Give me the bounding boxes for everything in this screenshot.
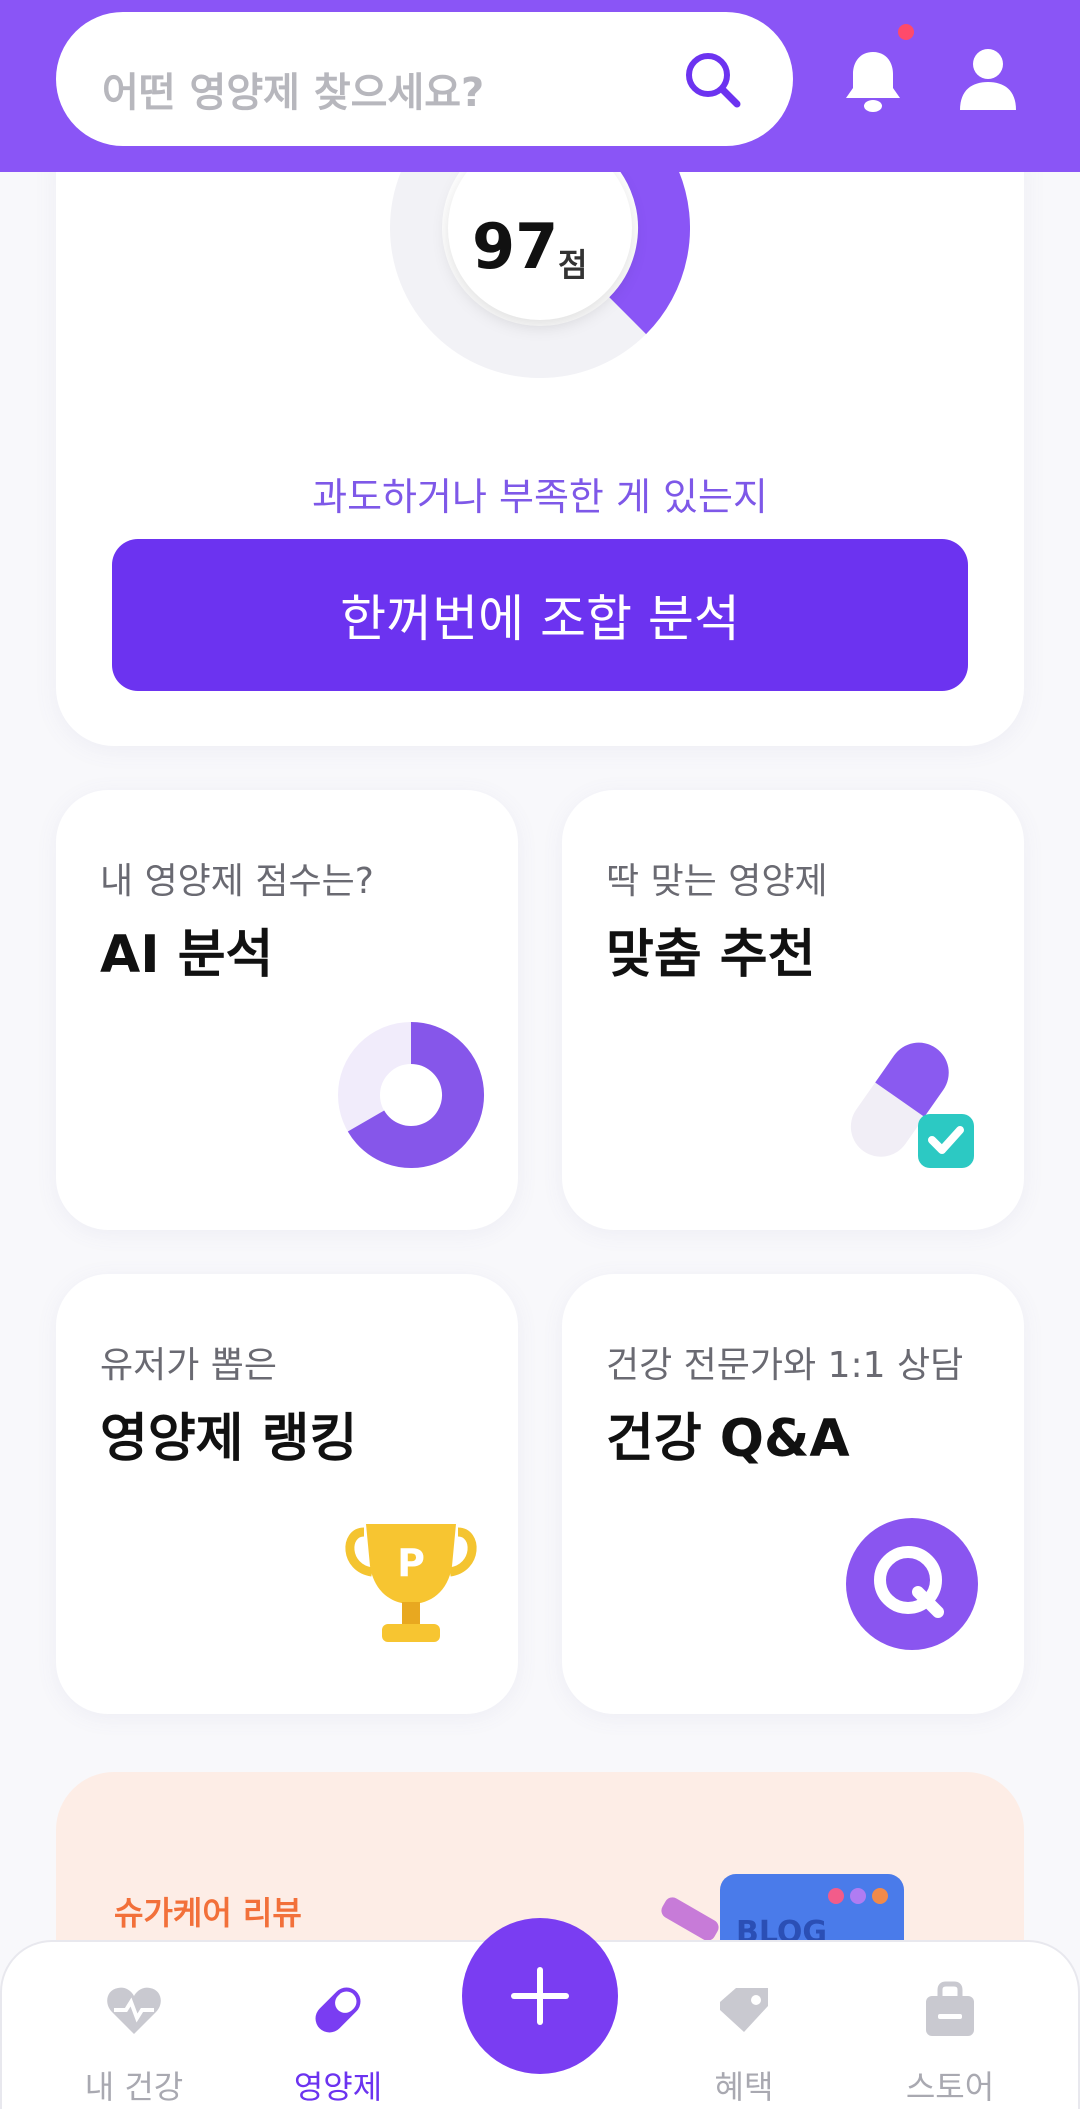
trophy-icon: P: [345, 1524, 477, 1642]
donut-chart-icon: [338, 1022, 485, 1168]
heart-pulse-icon: [107, 1987, 161, 2034]
add-button[interactable]: [462, 1918, 618, 2074]
plus-icon: [511, 1967, 569, 2025]
promo-label: 슈가케어 리뷰: [114, 1894, 302, 1932]
top-header: 어떤 영양제 찾으세요?: [0, 0, 1080, 172]
feature-title: 건강 Q&A: [606, 1409, 850, 1469]
feature-subtitle: 딱 맞는 영양제: [606, 861, 828, 902]
nav-item-supplements[interactable]: 영양제: [248, 1942, 428, 2109]
store-bag-icon: [926, 1981, 974, 2036]
feature-subtitle: 건강 전문가와 1:1 상담: [606, 1345, 964, 1386]
feature-title: 맞춤 추천: [606, 925, 816, 985]
nav-label: 내 건강: [84, 2068, 184, 2106]
feature-subtitle: 내 영양제 점수는?: [100, 861, 374, 902]
feature-title: AI 분석: [100, 925, 274, 985]
nav-label: 혜택: [714, 2068, 774, 2106]
search-icon[interactable]: [681, 48, 745, 112]
feature-card-ai-analysis[interactable]: 내 영양제 점수는? AI 분석: [56, 790, 518, 1230]
profile-icon[interactable]: [954, 44, 1022, 114]
search-bar[interactable]: 어떤 영양제 찾으세요?: [56, 12, 793, 146]
notification-bell-icon[interactable]: [840, 46, 906, 116]
svg-text:P: P: [397, 1541, 425, 1585]
score-hint: 과도하거나 부족한 게 있는지: [312, 475, 768, 519]
combination-analysis-button[interactable]: 한꺼번에 조합 분석: [112, 539, 968, 691]
tag-icon: [720, 1988, 768, 2032]
search-input[interactable]: 어떤 영양제 찾으세요?: [102, 60, 484, 118]
nav-label: 영양제: [293, 2068, 383, 2106]
feature-subtitle: 유저가 뽑은: [100, 1345, 278, 1386]
feature-card-health-qa[interactable]: 건강 전문가와 1:1 상담 건강 Q&A: [562, 1274, 1024, 1714]
score-value: 97: [472, 210, 559, 283]
pill-icon: [315, 1987, 361, 2033]
q-badge-icon: [846, 1518, 978, 1650]
nav-item-benefits[interactable]: 혜택: [654, 1942, 834, 2109]
feature-title: 영양제 랭킹: [100, 1409, 358, 1469]
feature-card-recommendation[interactable]: 딱 맞는 영양제 맞춤 추천: [562, 790, 1024, 1230]
nav-item-my-health[interactable]: 내 건강: [44, 1942, 224, 2109]
feature-card-ranking[interactable]: 유저가 뽑은 영양제 랭킹 P: [56, 1274, 518, 1714]
pill-check-icon: [850, 1042, 974, 1168]
score-unit: 점: [558, 246, 588, 284]
nav-label: 스토어: [905, 2068, 995, 2106]
nav-item-store[interactable]: 스토어: [860, 1942, 1040, 2109]
notification-badge: [898, 24, 914, 40]
